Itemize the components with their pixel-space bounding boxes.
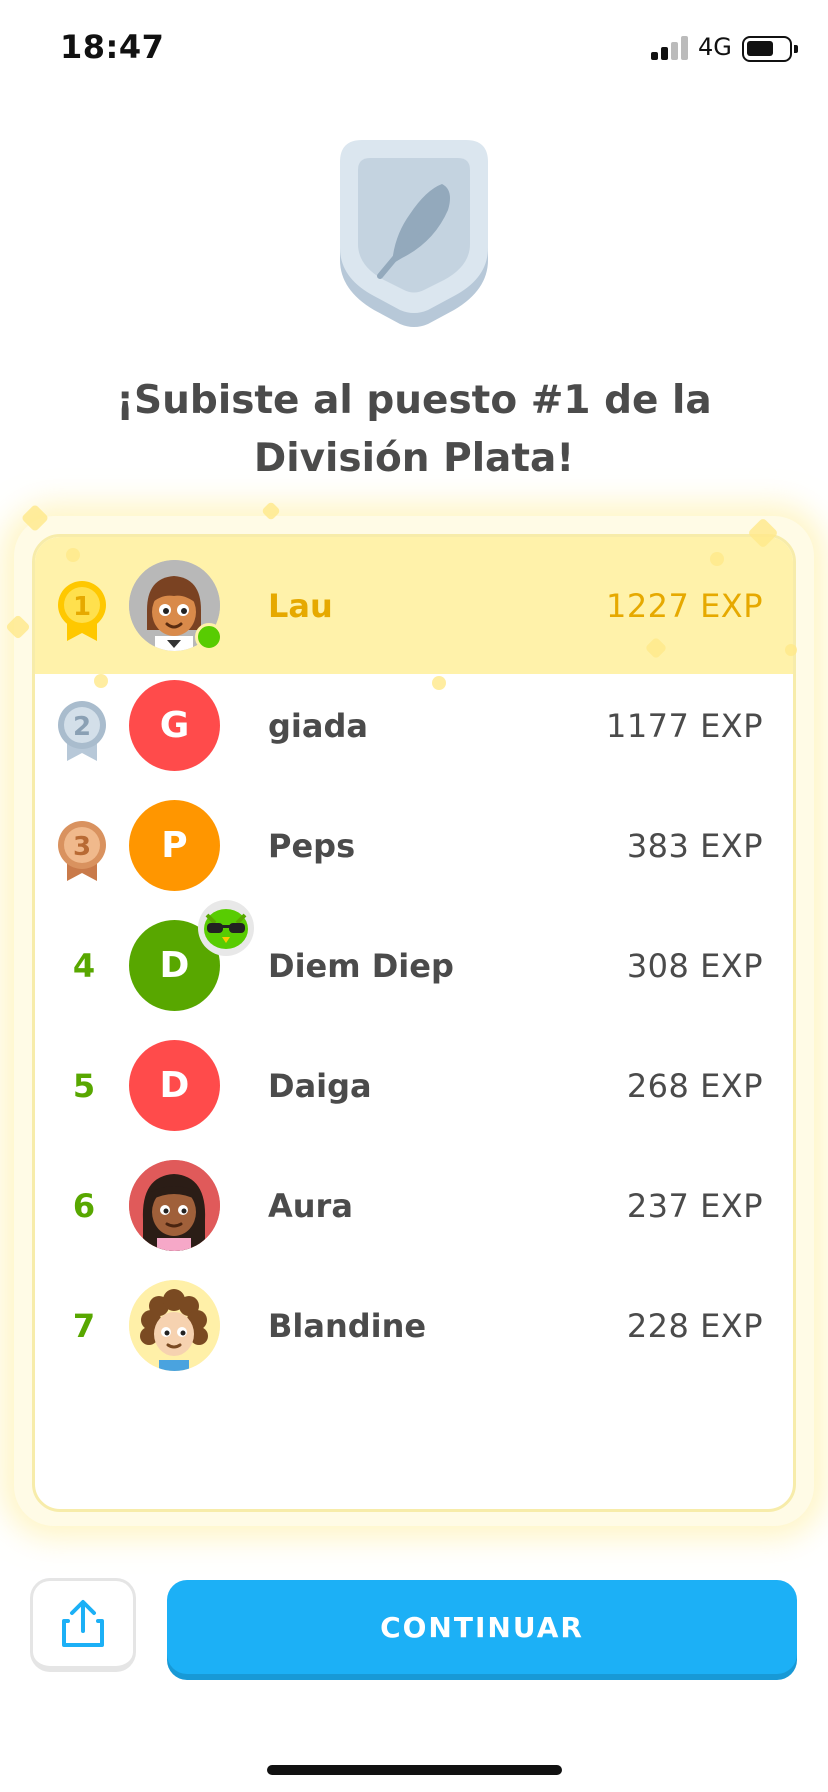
silver-league-badge-icon [340,140,488,327]
sparkle-dot-icon [710,552,724,566]
gold-medal-icon: 1 [58,581,106,641]
woman-avatar-icon [129,1160,220,1251]
bronze-medal-icon: 3 [58,821,106,881]
table-row[interactable]: 5 D Daiga 268 EXP [35,1017,793,1154]
user-name: Diem Diep [268,946,454,985]
silver-medal-icon: 2 [58,701,106,761]
rank-number: 1 [73,592,91,622]
sparkle-dot-icon [94,674,108,688]
title-line-1: ¡Subiste al puesto #1 de la [116,378,712,423]
table-row[interactable]: 3 P Peps 383 EXP [35,777,793,914]
table-row[interactable]: 4 D Diem Diep 308 EXP [35,897,793,1034]
avatar [129,1160,220,1251]
owl-sunglasses-icon [198,900,254,956]
avatar [129,1280,220,1371]
avatar-initial: D [159,945,190,986]
avatar-initial: D [159,1065,190,1106]
user-xp: 308 EXP [626,946,763,985]
user-xp: 1227 EXP [605,586,763,625]
avatar-initial: P [161,825,188,866]
continue-button[interactable]: CONTINUAR [167,1580,797,1674]
network-type: 4G [698,33,732,61]
avatar: P [129,800,220,891]
rank-number: 6 [72,1186,96,1225]
share-button[interactable] [30,1578,136,1672]
user-name: giada [268,706,368,745]
rank-number: 7 [72,1306,96,1345]
rank-number: 5 [72,1066,96,1105]
status-bar: 18:47 4G [0,0,828,100]
table-row[interactable]: 6 Aura 237 EXP [35,1137,793,1274]
leaderboard-card: 1 Lau 1227 EXP 2 G giada 1177 EXP 3 P Pe… [32,534,796,1512]
rank-number: 2 [73,712,91,742]
home-indicator [267,1765,562,1775]
sparkle-dot-icon [432,676,446,690]
user-xp: 237 EXP [626,1186,763,1225]
page-title: ¡Subiste al puesto #1 de la División Pla… [0,372,828,488]
table-row[interactable]: 2 G giada 1177 EXP [35,657,793,794]
avatar: D [129,1040,220,1131]
sparkle-dot-icon [66,548,80,562]
user-xp: 228 EXP [626,1306,763,1345]
online-status-dot [195,623,223,651]
share-icon [62,1599,104,1647]
status-time: 18:47 [60,28,165,66]
table-row[interactable]: 1 Lau 1227 EXP [35,537,793,674]
user-name: Daiga [268,1066,372,1105]
curly-girl-avatar-icon [129,1280,220,1371]
title-line-2: División Plata! [253,436,575,481]
battery-icon [742,36,798,62]
avatar-initial: G [159,705,190,746]
signal-icon [651,36,691,60]
avatar: G [129,680,220,771]
rank-number: 4 [72,946,96,985]
user-name: Blandine [268,1306,427,1345]
user-xp: 383 EXP [626,826,763,865]
user-xp: 1177 EXP [605,706,763,745]
rank-number: 3 [73,832,91,862]
sparkle-dot-icon [785,644,797,656]
table-row[interactable]: 7 Blandine 228 EXP [35,1257,793,1394]
user-name: Aura [268,1186,353,1225]
user-name: Peps [268,826,356,865]
user-xp: 268 EXP [626,1066,763,1105]
user-name: Lau [268,586,333,625]
